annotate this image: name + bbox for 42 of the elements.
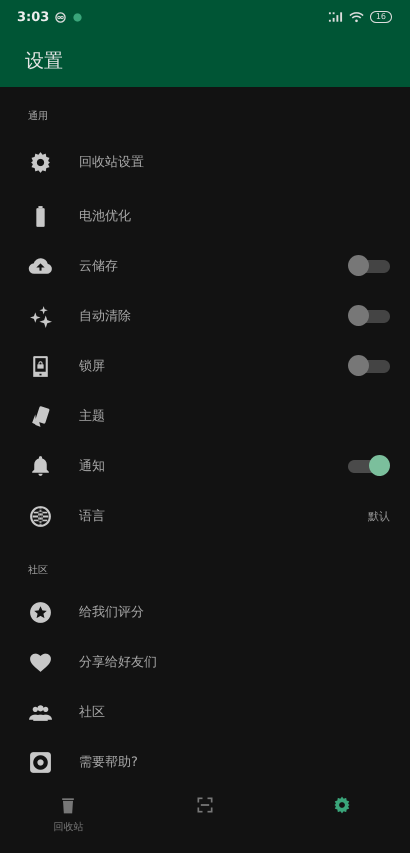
- toggle-switch[interactable]: [348, 255, 390, 277]
- settings-row[interactable]: 通知: [0, 441, 410, 491]
- nav-tab[interactable]: 回收站: [23, 795, 114, 834]
- toggle-switch[interactable]: [348, 305, 390, 327]
- settings-row[interactable]: 回收站设置: [0, 133, 410, 191]
- section-header: 社区: [27, 564, 49, 578]
- signal-icon: [328, 11, 343, 24]
- sparkles-icon: [28, 304, 53, 328]
- battery-indicator: 16: [370, 11, 392, 24]
- row-label: 语言: [79, 508, 106, 525]
- row-label: 自动清除: [79, 308, 132, 325]
- toggle-switch[interactable]: [348, 455, 390, 477]
- settings-row[interactable]: 分享给好友们: [0, 637, 410, 687]
- toggle-switch[interactable]: [348, 355, 390, 377]
- row-label: 电池优化: [79, 208, 132, 225]
- dot-icon: [72, 12, 84, 23]
- settings-row[interactable]: 需要帮助?: [0, 737, 410, 787]
- row-label: 回收站设置: [79, 154, 145, 171]
- wifi-icon: [348, 11, 364, 24]
- section-header: 通用: [27, 110, 49, 124]
- row-label: 给我们评分: [79, 604, 145, 621]
- row-label: 通知: [79, 458, 106, 475]
- settings-row[interactable]: 电池优化: [0, 191, 410, 241]
- scan-icon: [194, 795, 215, 815]
- settings-row[interactable]: 主题: [0, 391, 410, 441]
- settings-row[interactable]: 语言 默认: [0, 491, 410, 541]
- row-label: 分享给好友们: [79, 654, 158, 671]
- screen-title: 设置: [25, 48, 63, 74]
- settings-row[interactable]: 社区: [0, 687, 410, 737]
- settings-row[interactable]: 自动清除: [0, 291, 410, 341]
- row-value: 默认: [368, 508, 390, 524]
- row-label: 云储存: [79, 258, 119, 275]
- status-time: 3:03: [17, 10, 50, 25]
- settings-row[interactable]: 云储存: [0, 241, 410, 291]
- settings-row[interactable]: 给我们评分: [0, 587, 410, 637]
- lifebuoy-icon: [28, 750, 53, 774]
- settings-row[interactable]: 锁屏: [0, 341, 410, 391]
- row-label: 锁屏: [79, 358, 106, 375]
- infinity-icon: [55, 12, 66, 23]
- row-label: 需要帮助?: [79, 754, 139, 771]
- row-label: 社区: [79, 704, 106, 721]
- row-label: 主题: [79, 408, 106, 425]
